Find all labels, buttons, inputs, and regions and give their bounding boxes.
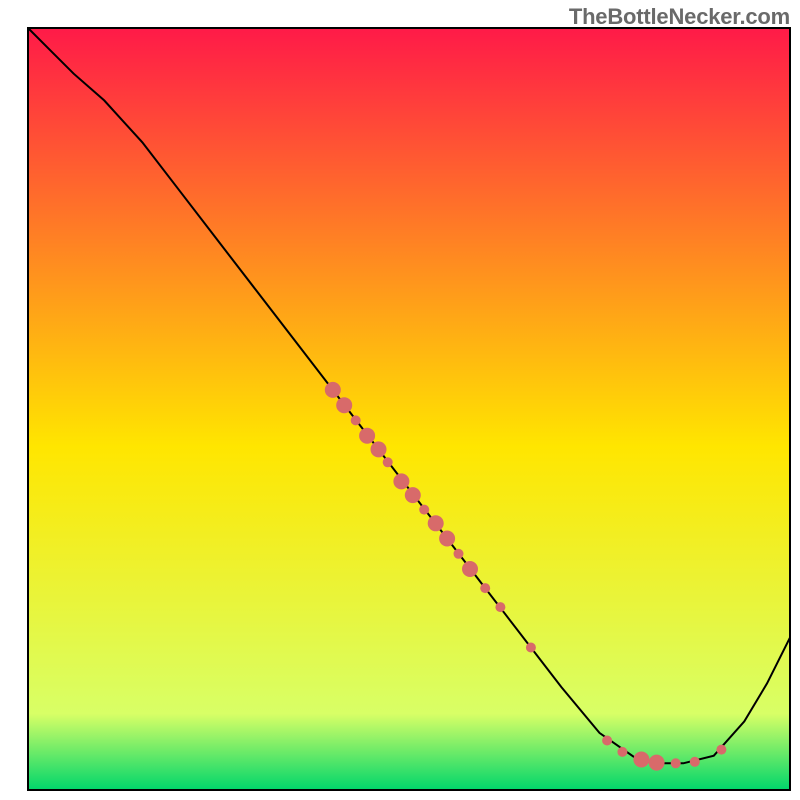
sample-point bbox=[671, 758, 681, 768]
sample-point bbox=[383, 457, 393, 467]
sample-point bbox=[617, 747, 627, 757]
sample-point bbox=[351, 415, 361, 425]
sample-point bbox=[371, 441, 387, 457]
sample-point bbox=[336, 397, 352, 413]
sample-point bbox=[359, 428, 375, 444]
sample-point bbox=[419, 505, 429, 515]
sample-point bbox=[480, 583, 490, 593]
sample-point bbox=[325, 382, 341, 398]
sample-point bbox=[602, 736, 612, 746]
watermark-text: TheBottleNecker.com bbox=[569, 4, 790, 30]
sample-point bbox=[428, 515, 444, 531]
sample-point bbox=[462, 561, 478, 577]
sample-point bbox=[690, 757, 700, 767]
sample-point bbox=[716, 745, 726, 755]
sample-point bbox=[439, 531, 455, 547]
chart-svg bbox=[0, 0, 800, 800]
sample-point bbox=[393, 473, 409, 489]
sample-point bbox=[495, 602, 505, 612]
plot-area bbox=[28, 28, 790, 790]
sample-point bbox=[454, 549, 464, 559]
chart-stage: TheBottleNecker.com bbox=[0, 0, 800, 800]
sample-point bbox=[526, 643, 536, 653]
sample-point bbox=[649, 755, 665, 771]
sample-point bbox=[405, 487, 421, 503]
sample-point bbox=[633, 752, 649, 768]
